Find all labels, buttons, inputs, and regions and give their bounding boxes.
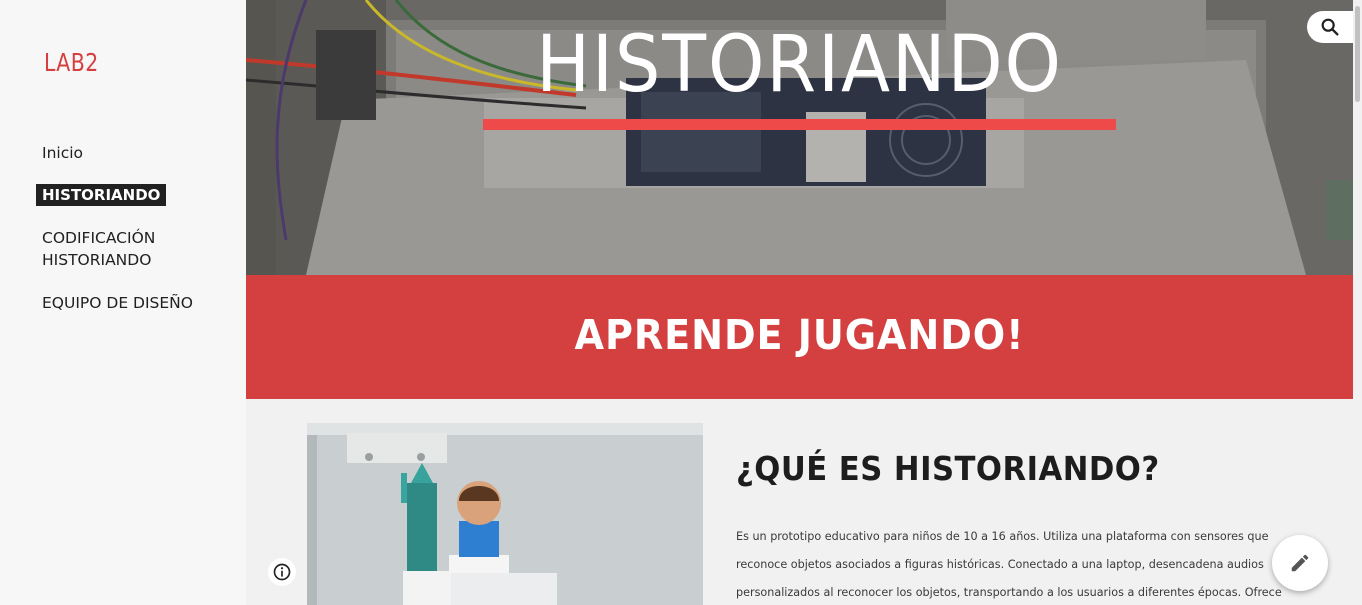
nav-item-codificacion-historiando[interactable]: CODIFICACIÓN HISTORIANDO	[36, 227, 236, 271]
content-photo	[307, 423, 703, 605]
nav-item-label-line1: CODIFICACIÓN	[42, 229, 156, 247]
edit-button[interactable]	[1272, 535, 1328, 591]
section-paragraph: Es un prototipo educativo para niños de …	[736, 523, 1336, 605]
about-section: ¿QUÉ ES HISTORIANDO? Es un prototipo edu…	[246, 399, 1353, 605]
nav-item-label-line2: HISTORIANDO	[42, 251, 152, 269]
paragraph-line: reconoce objetos asociados a figuras his…	[736, 558, 1264, 571]
info-icon	[273, 563, 291, 581]
site-navigation: Inicio HISTORIANDO CODIFICACIÓN HISTORIA…	[36, 142, 236, 335]
section-heading: ¿QUÉ ES HISTORIANDO?	[736, 449, 1160, 488]
sidebar: LAB2 Inicio HISTORIANDO CODIFICACIÓN HIS…	[0, 0, 246, 605]
statue-and-figurine-image	[307, 423, 703, 605]
title-underline	[483, 119, 1116, 130]
search-icon	[1321, 18, 1339, 36]
tagline-text: APRENDE JUGANDO!	[574, 311, 1025, 359]
paragraph-line: personalizados al reconocer los objetos,…	[736, 586, 1282, 599]
pencil-icon	[1291, 554, 1309, 572]
info-button[interactable]	[268, 558, 296, 586]
hero-header: HISTORIANDO	[246, 0, 1353, 275]
nav-item-equipo-de-diseno[interactable]: EQUIPO DE DISEÑO	[36, 292, 236, 314]
search-button[interactable]	[1307, 11, 1353, 43]
nav-item-historiando[interactable]: HISTORIANDO	[36, 184, 167, 206]
site-title[interactable]: LAB2	[44, 48, 99, 77]
paragraph-line: Es un prototipo educativo para niños de …	[736, 530, 1269, 543]
page-title: HISTORIANDO	[536, 20, 1063, 110]
nav-item-inicio[interactable]: Inicio	[36, 142, 236, 164]
page-scrollbar[interactable]	[1353, 0, 1362, 605]
tagline-banner: APRENDE JUGANDO!	[246, 275, 1353, 399]
scrollbar-thumb[interactable]	[1355, 6, 1360, 102]
